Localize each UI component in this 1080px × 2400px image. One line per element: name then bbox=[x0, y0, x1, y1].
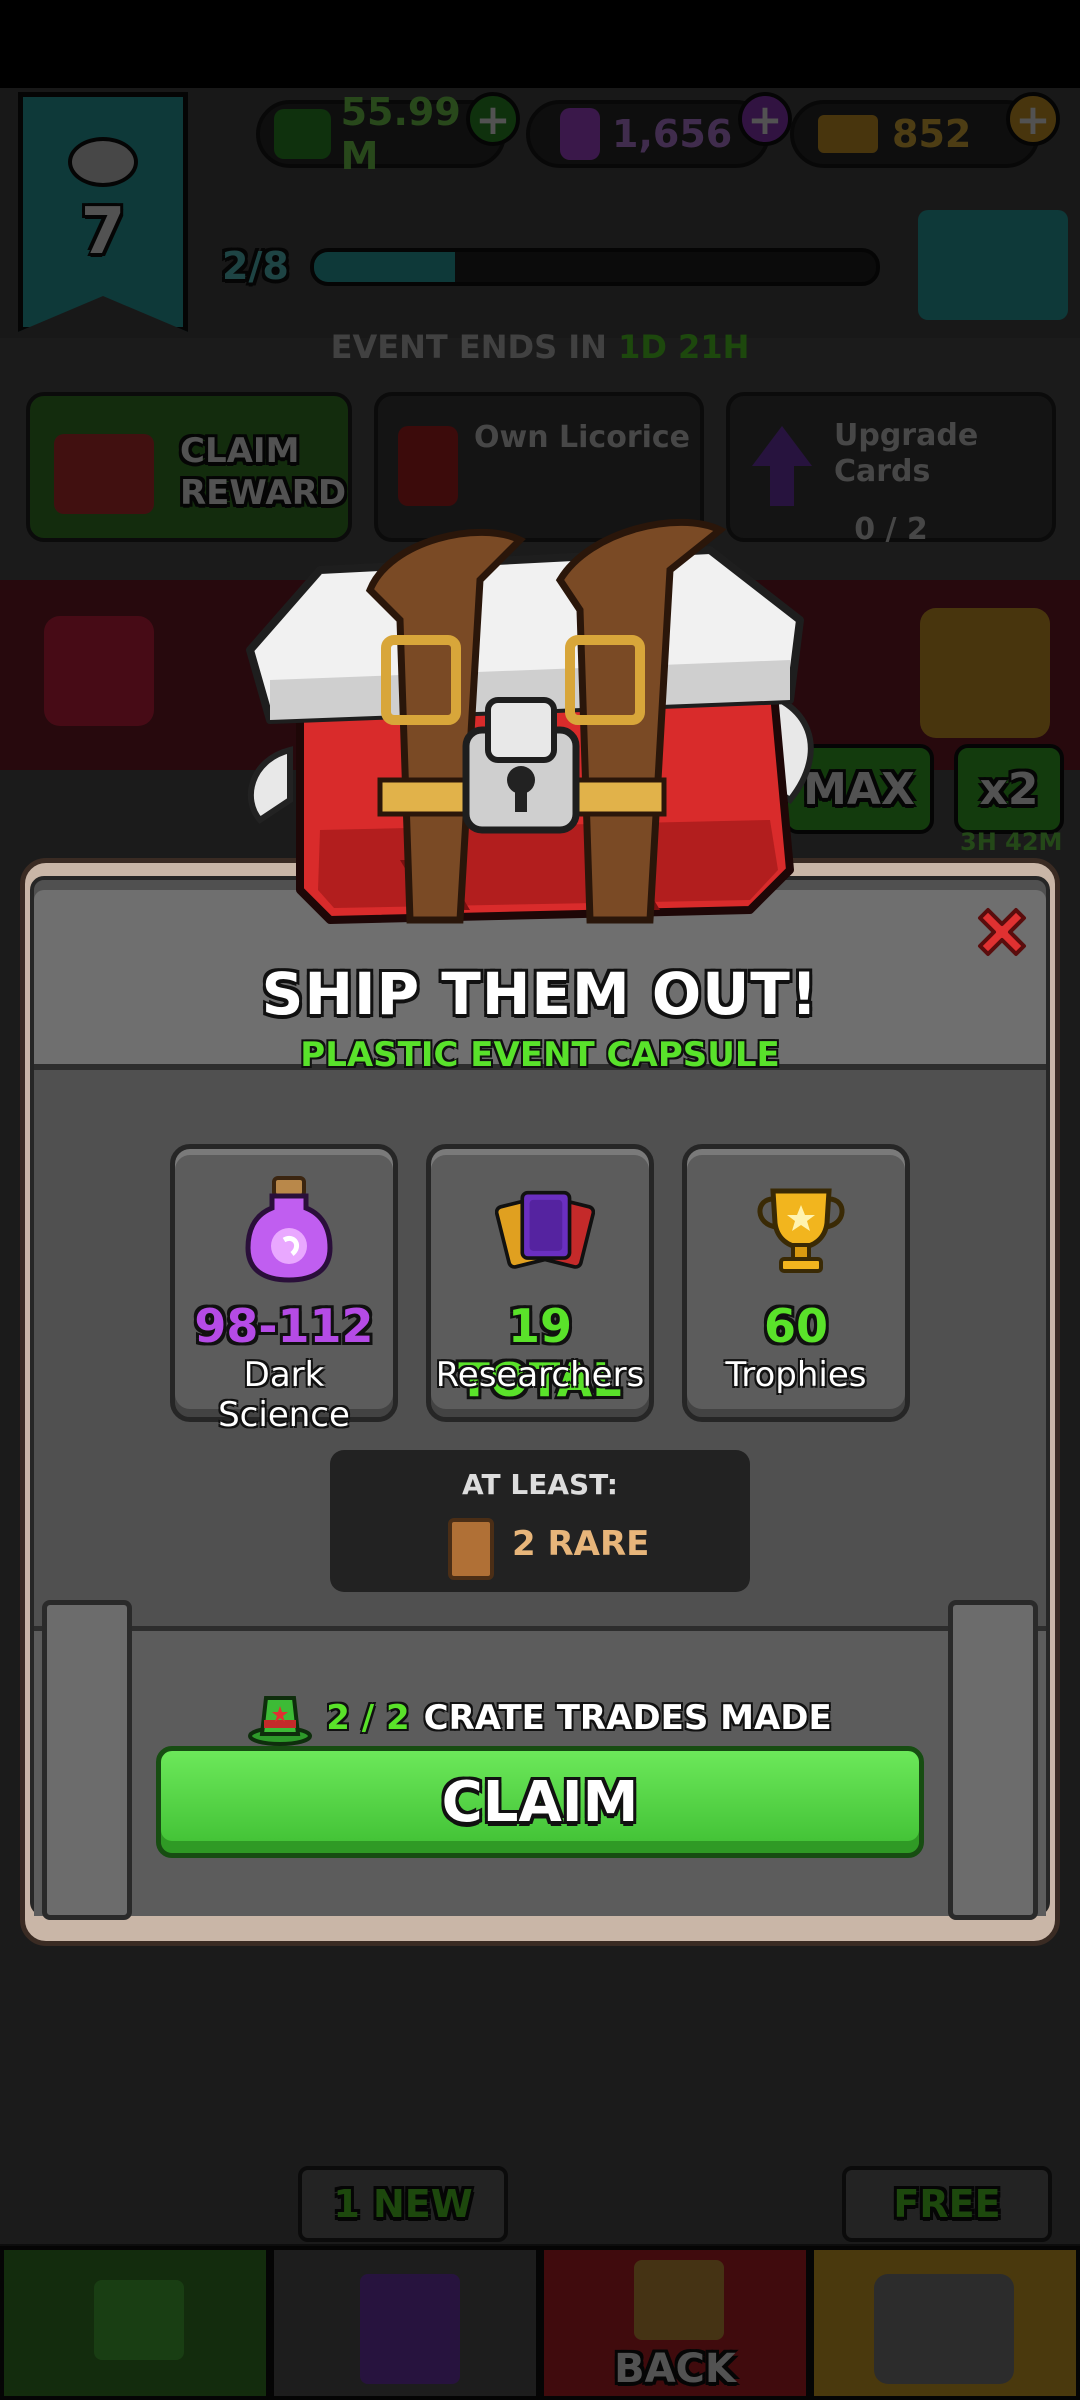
new-tag: 1 NEW bbox=[298, 2166, 508, 2242]
progress-label: 2/8 bbox=[222, 244, 289, 288]
dialog-title: SHIP THEM OUT! bbox=[261, 960, 819, 1028]
trophies-value: 60 bbox=[763, 1299, 828, 1353]
x2-timer: 3H 42M bbox=[960, 828, 1063, 856]
potion-icon bbox=[239, 1169, 339, 1289]
arrow-up-icon bbox=[752, 426, 812, 506]
new-tag-label: 1 NEW bbox=[333, 2182, 473, 2226]
level-number: 7 bbox=[80, 195, 126, 269]
tophat-icon bbox=[248, 1696, 313, 1746]
tophat-icon bbox=[274, 109, 331, 159]
back-label: BACK bbox=[614, 2346, 736, 2392]
candy-icon bbox=[68, 137, 138, 187]
gold-currency[interactable]: 852 bbox=[790, 100, 1040, 168]
trades-text: CRATE TRADES MADE bbox=[423, 1698, 832, 1738]
candy-card-icon[interactable] bbox=[44, 616, 154, 726]
close-icon bbox=[978, 908, 1026, 956]
nav-free-chest-tab[interactable] bbox=[810, 2246, 1080, 2400]
event-timer: EVENT ENDS IN 1D 21H bbox=[0, 328, 1080, 366]
nav-flag-tab[interactable] bbox=[0, 2246, 270, 2400]
progress-bar bbox=[310, 248, 880, 286]
rare-card-icon bbox=[448, 1518, 494, 1580]
cards-icon bbox=[495, 1169, 595, 1289]
add-gold-button[interactable]: + bbox=[1006, 92, 1060, 146]
x2-button[interactable]: x2 bbox=[954, 744, 1064, 834]
trophies-label: Trophies bbox=[725, 1355, 867, 1395]
at-least-label: AT LEAST: bbox=[462, 1468, 618, 1501]
progress-fill bbox=[314, 252, 455, 282]
potion-amount: 1,656 bbox=[612, 112, 733, 156]
laurel-gold-icon[interactable] bbox=[918, 210, 1068, 320]
dark-science-value: 98-112 bbox=[194, 1299, 374, 1353]
nav-cards-tab[interactable] bbox=[270, 2246, 540, 2400]
cards-nav-icon bbox=[360, 2274, 460, 2384]
shelf-post-right bbox=[948, 1600, 1038, 1920]
potion-icon bbox=[560, 108, 600, 160]
event-ends-time: 1D 21H bbox=[618, 328, 750, 366]
add-tophat-button[interactable]: + bbox=[466, 92, 520, 146]
nav-back-tab[interactable]: BACK bbox=[540, 2246, 810, 2400]
own-licorice-label: Own Licorice bbox=[474, 420, 691, 455]
gold-icon bbox=[818, 115, 878, 153]
reward-dialog: SHIP THEM OUT! PLASTIC EVENT CAPSULE 98-… bbox=[20, 858, 1060, 1946]
flag-icon bbox=[94, 2280, 184, 2360]
x2-label: x2 bbox=[979, 763, 1039, 815]
capsule-chest-image bbox=[230, 500, 850, 940]
dialog-subtitle: PLASTIC EVENT CAPSULE bbox=[300, 1035, 780, 1075]
guaranteed-box: AT LEAST: 2 RARE bbox=[330, 1450, 750, 1592]
gold-amount: 852 bbox=[892, 112, 972, 156]
dark-science-label: Dark Science bbox=[218, 1355, 350, 1435]
researchers-label: Researchers bbox=[435, 1355, 645, 1395]
free-tag-label: FREE bbox=[893, 2182, 1001, 2226]
upgrade-cards-label: Upgrade Cards bbox=[834, 418, 979, 489]
reward-dark-science: 98-112 Dark Science bbox=[170, 1144, 398, 1435]
trophy-icon bbox=[751, 1169, 851, 1289]
potion-currency[interactable]: 1,656 bbox=[526, 100, 770, 168]
ticket-icon[interactable] bbox=[920, 608, 1050, 738]
claim-button[interactable]: CLAIM bbox=[156, 1746, 924, 1858]
chest-nav-icon bbox=[874, 2274, 1014, 2384]
reward-trophies: 60 Trophies bbox=[682, 1144, 910, 1422]
chest-icon bbox=[54, 434, 154, 514]
free-tag: FREE bbox=[842, 2166, 1052, 2242]
shelf-post-left bbox=[42, 1600, 132, 1920]
reward-researchers: 19 TOTAL Researchers bbox=[426, 1144, 654, 1422]
claim-label: CLAIM bbox=[441, 1769, 639, 1835]
close-button[interactable] bbox=[964, 894, 1040, 970]
status-bar bbox=[0, 0, 1080, 88]
crate-trades-row: 2 / 2 CRATE TRADES MADE bbox=[20, 1690, 1060, 1746]
add-potion-button[interactable]: + bbox=[738, 92, 792, 146]
licorice-icon bbox=[398, 426, 458, 506]
event-ends-label: EVENT ENDS IN bbox=[330, 328, 607, 366]
fist-icon bbox=[634, 2260, 724, 2340]
trades-count: 2 / 2 bbox=[326, 1698, 410, 1738]
level-banner[interactable]: 7 bbox=[18, 92, 188, 332]
rare-count: 2 RARE bbox=[512, 1524, 650, 1564]
